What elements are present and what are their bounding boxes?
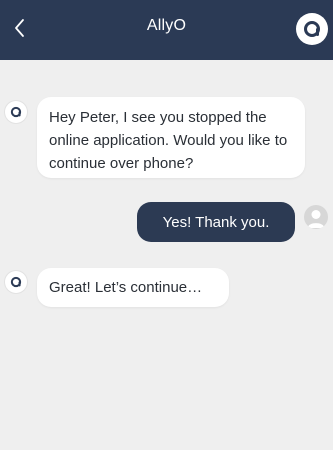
bot-message-bubble: Great! Let’s continue… <box>37 268 229 307</box>
user-avatar-icon <box>304 205 328 229</box>
bot-avatar-icon <box>5 271 27 293</box>
chat-title: AllyO <box>146 17 187 34</box>
bot-avatar-icon <box>5 101 27 123</box>
bot-message-bubble: Hey Peter, I see you stopped the online … <box>37 97 305 178</box>
app-header: AllyO <box>0 0 333 60</box>
user-message-bubble: Yes! Thank you. <box>137 202 295 242</box>
allyo-logo-icon[interactable] <box>296 13 328 45</box>
